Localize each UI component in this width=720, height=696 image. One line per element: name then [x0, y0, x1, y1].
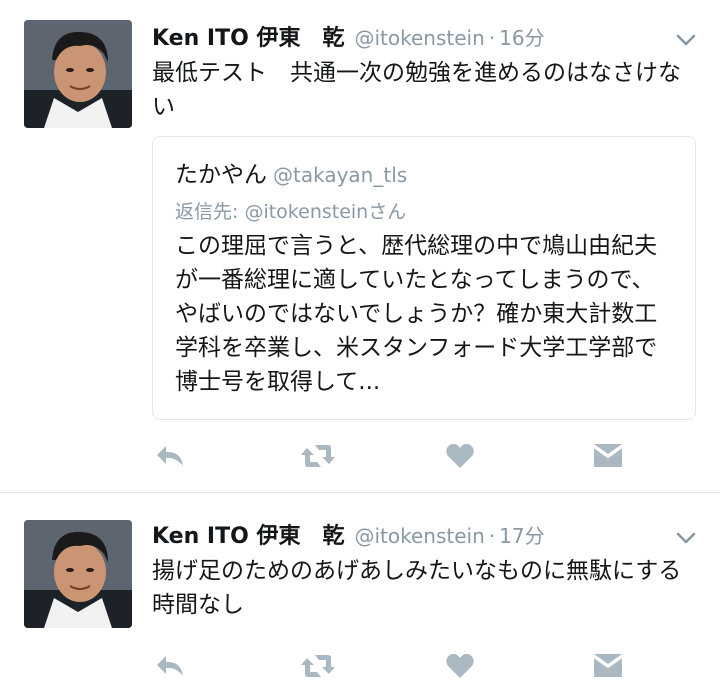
quoted-header: たかやん @takayan_tls	[175, 155, 407, 189]
display-name[interactable]: Ken ITO 伊東 乾	[152, 26, 344, 51]
avatar[interactable]	[24, 20, 132, 128]
tweet-actions	[152, 438, 652, 474]
reply-context: 返信先: @itokensteinさん	[175, 197, 406, 224]
tweet-text: 揚げ足のためのあげあしみたいなものに無駄にする時間なし	[152, 558, 682, 618]
tweet-header: Ken ITO 伊東 乾 @itokenstein · 16分	[152, 20, 545, 52]
chevron-down-icon[interactable]	[674, 28, 698, 52]
reply-icon[interactable]	[152, 648, 188, 684]
quoted-text: この理屈で言うと、歴代総理の中で鳩山由紀夫が一番総理に適していたとなってしまうの…	[175, 233, 658, 395]
timestamp[interactable]: 17分	[499, 524, 544, 548]
like-icon[interactable]	[442, 648, 478, 684]
tweet[interactable]: Ken ITO 伊東 乾 @itokenstein · 16分 最低テスト 共通一次の…	[0, 0, 720, 492]
timestamp[interactable]: 16分	[499, 26, 544, 50]
message-icon[interactable]	[590, 648, 626, 684]
separator: ·	[488, 26, 496, 50]
tweet[interactable]: Ken ITO 伊東 乾 @itokenstein · 17分 揚げ足のためのあげあし…	[0, 493, 720, 696]
quoted-tweet[interactable]: たかやん @takayan_tls 返信先: @itokensteinさん この理…	[152, 136, 696, 420]
like-icon[interactable]	[442, 438, 478, 474]
tweet-text: 最低テスト 共通一次の勉強を進めるのはなさけない	[152, 60, 681, 120]
reply-mention[interactable]: @itokenstein	[244, 201, 368, 223]
quoted-user-handle: @takayan_tls	[273, 163, 408, 187]
reply-prefix: 返信先:	[175, 201, 245, 223]
display-name[interactable]: Ken ITO 伊東 乾	[152, 524, 344, 549]
reply-suffix: さん	[368, 201, 407, 223]
reply-icon[interactable]	[152, 438, 188, 474]
user-handle[interactable]: @itokenstein	[354, 524, 484, 548]
separator: ·	[488, 524, 496, 548]
message-icon[interactable]	[590, 438, 626, 474]
quoted-display-name: たかやん	[175, 162, 267, 188]
retweet-icon[interactable]	[298, 438, 338, 474]
chevron-down-icon[interactable]	[674, 526, 698, 550]
tweet-header: Ken ITO 伊東 乾 @itokenstein · 17分	[152, 518, 545, 550]
retweet-icon[interactable]	[298, 648, 338, 684]
avatar[interactable]	[24, 520, 132, 628]
user-handle[interactable]: @itokenstein	[354, 26, 484, 50]
tweet-actions	[152, 648, 652, 684]
